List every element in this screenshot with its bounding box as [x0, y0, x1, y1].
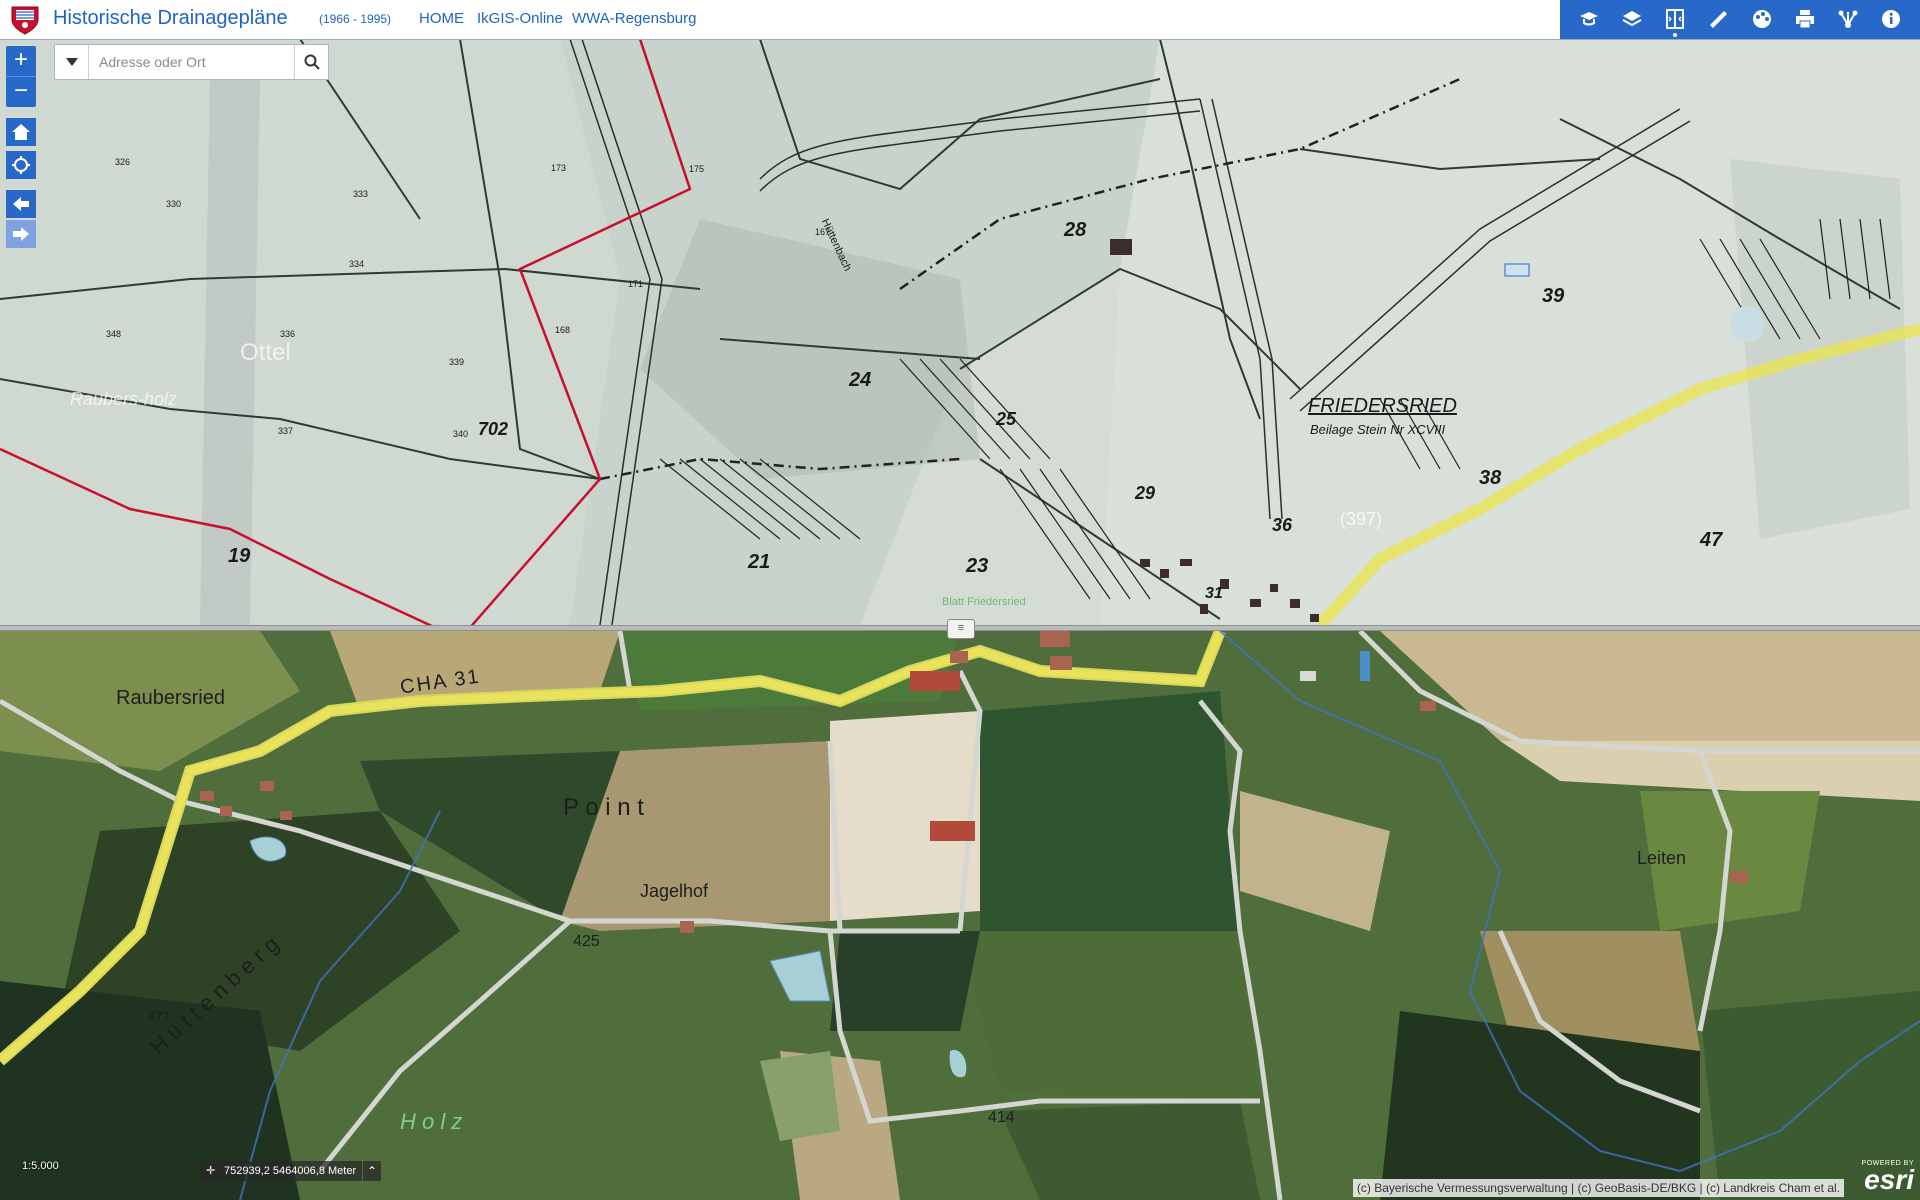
coordinate-display: ✛ 752939,2 5464006,8 Meter	[200, 1161, 363, 1181]
map-label-raubersholz: Raubers-holz	[70, 389, 178, 409]
parcel-number: 330	[166, 199, 182, 209]
map-label-29: 29	[1135, 483, 1156, 503]
legend-button[interactable]	[1572, 4, 1606, 34]
caret-down-icon	[65, 58, 78, 66]
app-title: Historische Drainagepläne	[53, 7, 288, 29]
nav-home-link[interactable]: HOME	[419, 10, 464, 27]
search-button[interactable]	[294, 45, 328, 79]
zoom-out-button[interactable]: −	[6, 76, 36, 107]
map-label-24: 24	[849, 369, 872, 391]
parcel-number: 337	[278, 426, 294, 436]
measure-button[interactable]	[1701, 4, 1735, 34]
coordinate-value: 752939,2 5464006,8 Meter	[224, 1165, 357, 1177]
nav-wwa-link[interactable]: WWA-Regensburg	[572, 10, 696, 27]
parcel-number: 334	[349, 259, 365, 269]
map-label-21: 21	[748, 551, 771, 573]
map-label-leiten: Leiten	[1637, 848, 1687, 868]
map-attribution[interactable]: (c) Bayerische Vermessungsverwaltung | (…	[1352, 1179, 1844, 1197]
esri-logo: POWERED BY esri	[1862, 1160, 1914, 1195]
esri-wordmark: esri	[1864, 1164, 1914, 1195]
map-label-raubersried: Raubersried	[116, 687, 225, 709]
map-label-702: 702	[478, 419, 509, 439]
layers-icon	[1622, 11, 1642, 27]
parcel-number: 340	[453, 429, 469, 439]
zoom-in-button[interactable]: +	[6, 46, 36, 76]
search-source-dropdown[interactable]	[55, 45, 89, 79]
map-label-414: 414	[988, 1109, 1015, 1126]
arrow-right-icon	[13, 227, 29, 241]
map-label-36: 36	[1272, 515, 1293, 535]
historic-drainage-map[interactable]: FRIEDERSRIED Beilage Stein Nr XCVIII 702…	[0, 39, 1920, 625]
locate-button[interactable]	[6, 151, 36, 179]
measure-icon	[1710, 11, 1727, 28]
parcel-number: 333	[353, 189, 369, 199]
parcel-number: 168	[555, 325, 571, 335]
swipe-icon	[1666, 9, 1684, 29]
aerial-map-layer	[0, 631, 1920, 1200]
parcel-number: 339	[449, 357, 465, 367]
search-widget	[54, 44, 329, 80]
map-label-19: 19	[228, 545, 251, 567]
map-label-holz: H o l z	[400, 1109, 463, 1134]
swipe-handle[interactable]: ≡	[947, 619, 975, 639]
parcel-number: 171	[628, 279, 644, 289]
coat-of-arms-logo	[11, 6, 39, 35]
print-icon	[1796, 10, 1814, 29]
map-label-jagelhof: Jagelhof	[640, 881, 709, 901]
map-label-39: 39	[1542, 285, 1565, 307]
aerial-map[interactable]: Raubersried CHA 31 P o i n t Jagelhof 42…	[0, 631, 1920, 1200]
home-icon	[12, 124, 30, 140]
map-label-28: 28	[1064, 219, 1087, 241]
nav-ikgis-link[interactable]: IkGIS-Online	[477, 10, 563, 27]
map-label-477: 477	[148, 1009, 170, 1024]
app-header: Historische Drainagepläne (1966 - 1995) …	[0, 0, 1920, 40]
parcel-number: 173	[551, 163, 567, 173]
legend-icon	[1580, 12, 1598, 26]
parcel-number: 326	[115, 157, 131, 167]
scale-label: 1:5.000	[22, 1160, 59, 1172]
parcel-number: 348	[106, 329, 122, 339]
search-icon	[304, 54, 320, 70]
coordinate-toggle[interactable]: ⌃	[363, 1161, 381, 1181]
basemap-button[interactable]	[1745, 4, 1779, 34]
map-label-friedersried: FRIEDERSRIED	[1308, 395, 1457, 417]
basemap-icon	[1753, 10, 1771, 28]
previous-extent-button[interactable]	[6, 190, 36, 218]
map-label-425: 425	[573, 933, 600, 950]
map-label-ottel: Ottel	[240, 339, 291, 366]
map-label-25: 25	[996, 409, 1017, 429]
locate-icon	[12, 156, 30, 174]
print-button[interactable]	[1788, 4, 1822, 34]
swipe-button[interactable]	[1658, 4, 1692, 37]
home-button[interactable]	[6, 118, 36, 146]
parcel-number: 175	[689, 164, 705, 174]
active-indicator	[1673, 33, 1677, 37]
map-label-blatt: Blatt Friedersried	[942, 596, 1026, 608]
map-label-beilage: Beilage Stein Nr XCVIII	[1310, 422, 1446, 437]
arrow-left-icon	[13, 197, 29, 211]
info-button[interactable]	[1874, 4, 1908, 34]
map-label-23: 23	[966, 555, 989, 577]
map-label-397: (397)	[1340, 509, 1383, 529]
zoom-control: + −	[6, 46, 36, 107]
share-button[interactable]	[1831, 4, 1865, 34]
layers-button[interactable]	[1615, 4, 1649, 34]
chevron-up-icon: ⌃	[366, 1164, 378, 1178]
next-extent-button[interactable]	[6, 220, 36, 248]
parcel-number: 336	[280, 329, 296, 339]
map-label-31: 31	[1205, 585, 1223, 602]
map-label-point: P o i n t	[563, 794, 644, 821]
map-label-47: 47	[1700, 529, 1723, 551]
search-input[interactable]	[89, 45, 289, 79]
app-subtitle: (1966 - 1995)	[319, 12, 392, 26]
info-icon	[1882, 10, 1900, 28]
crosshair-icon: ✛	[206, 1165, 216, 1177]
parcel-number: 167	[815, 227, 831, 237]
share-icon	[1838, 10, 1858, 28]
toolbar	[1560, 0, 1920, 39]
map-label-38: 38	[1479, 467, 1502, 489]
